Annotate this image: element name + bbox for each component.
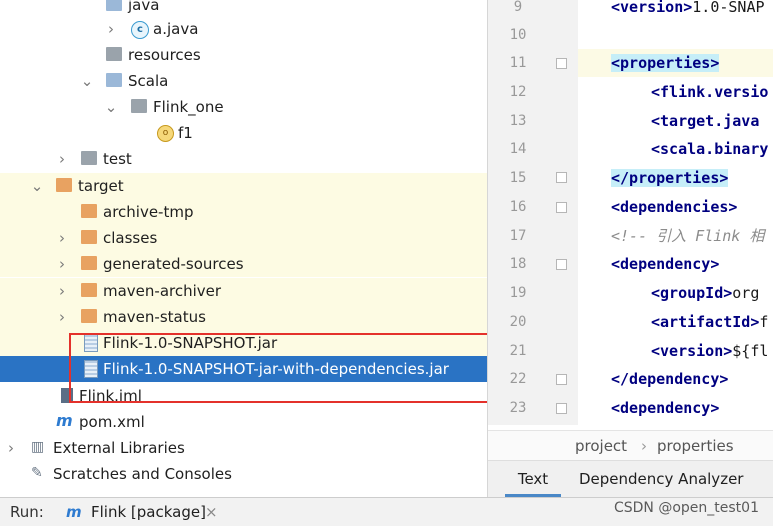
tree-item-external-libraries[interactable]: › ▥ External Libraries (0, 435, 487, 461)
folder-resources-icon (106, 47, 122, 61)
tree-item-flink-one[interactable]: ⌄ Flink_one (0, 94, 487, 120)
folder-icon (81, 256, 97, 270)
chevron-right-icon[interactable]: › (104, 16, 118, 42)
tree-item-scala[interactable]: ⌄ Scala (0, 68, 487, 94)
line-number: 16 (509, 199, 527, 215)
fold-marker-icon[interactable] (556, 172, 567, 183)
line-number: 13 (509, 113, 527, 129)
tree-item-pom-xml[interactable]: m pom.xml (0, 409, 487, 435)
tree-item-resources[interactable]: resources (0, 42, 487, 68)
scala-object-icon: o (157, 125, 174, 142)
tree-item-maven-status[interactable]: › maven-status (0, 304, 487, 330)
editor-tabs: Text Dependency Analyzer (488, 460, 773, 497)
code-line: <target.java (651, 112, 760, 130)
chevron-down-icon[interactable]: ⌄ (30, 173, 44, 199)
chevron-right-icon[interactable]: › (55, 225, 69, 251)
code-line: <properties> (578, 49, 773, 77)
line-number: 10 (509, 27, 527, 43)
tab-dependency-analyzer[interactable]: Dependency Analyzer (579, 461, 743, 497)
line-number: 17 (509, 228, 527, 244)
tree-item-test[interactable]: › test (0, 146, 487, 172)
line-number: 18 (509, 256, 527, 272)
line-number: 21 (509, 343, 527, 359)
folder-icon (81, 283, 97, 297)
line-number: 12 (509, 84, 527, 100)
chevron-down-icon[interactable]: ⌄ (104, 94, 118, 120)
scratches-icon: ✎ (31, 465, 43, 481)
line-number: 9 (513, 0, 523, 15)
code-line: <artifactId>f (651, 313, 769, 331)
folder-icon (106, 73, 122, 87)
line-number: 15 (509, 170, 527, 186)
java-class-icon: c (131, 21, 149, 39)
code-line: <dependencies> (611, 198, 738, 216)
chevron-right-icon[interactable]: › (55, 304, 69, 330)
folder-icon (56, 178, 72, 192)
folder-icon (81, 151, 97, 165)
line-number: 23 (509, 400, 527, 416)
package-icon (131, 99, 147, 113)
tree-item-f1[interactable]: o f1 (0, 120, 487, 146)
folder-icon (81, 309, 97, 323)
project-tree: ⌄ java › c a.java resources ⌄ Scala ⌄ Fl… (0, 0, 487, 497)
code-line: <groupId>org (651, 284, 760, 302)
fold-marker-icon[interactable] (556, 259, 567, 270)
run-config-tab[interactable]: Flink [package] (91, 498, 206, 526)
folder-icon (81, 230, 97, 244)
watermark: CSDN @open_test01 (613, 500, 759, 516)
code-line: <version>${fl (651, 342, 769, 360)
close-icon[interactable]: × (205, 498, 218, 526)
fold-marker-icon[interactable] (556, 58, 567, 69)
fold-marker-icon[interactable] (556, 202, 567, 213)
maven-run-icon: m (66, 503, 82, 521)
tree-item-generated-sources[interactable]: › generated-sources (0, 251, 487, 277)
chevron-right-icon[interactable]: › (55, 146, 69, 172)
tree-item-a-java[interactable]: › c a.java (0, 16, 487, 42)
chevron-down-icon[interactable]: ⌄ (80, 68, 94, 94)
highlight-annotation-box (69, 333, 487, 403)
folder-icon (81, 204, 97, 218)
code-line: </properties> (611, 169, 729, 187)
code-line: <version>1.0-SNAP (611, 0, 765, 16)
tree-item-target[interactable]: ⌄ target (0, 173, 487, 199)
line-number: 19 (509, 285, 527, 301)
breadcrumb: project › properties (488, 430, 773, 461)
chevron-right-icon[interactable]: › (55, 251, 69, 277)
tree-item-scratches-consoles[interactable]: ✎ Scratches and Consoles (0, 461, 487, 487)
code-line: <flink.versio (651, 83, 769, 101)
tab-text[interactable]: Text (505, 461, 561, 497)
code-line: <dependency> (611, 255, 720, 273)
line-number: 22 (509, 371, 527, 387)
breadcrumb-item-properties[interactable]: properties (657, 431, 734, 461)
tree-item-classes[interactable]: › classes (0, 225, 487, 251)
tree-item-maven-archiver[interactable]: › maven-archiver (0, 278, 487, 304)
fold-marker-icon[interactable] (556, 403, 567, 414)
libraries-icon: ▥ (31, 439, 45, 455)
folder-icon (106, 0, 122, 11)
code-line: </dependency> (611, 370, 729, 388)
breadcrumb-separator: › (641, 437, 647, 455)
code-line: <!-- 引入 Flink 相 (611, 227, 765, 245)
chevron-right-icon[interactable]: › (55, 278, 69, 304)
line-number: 14 (509, 141, 527, 157)
run-label: Run: (10, 503, 44, 521)
tree-item-archive-tmp[interactable]: archive-tmp (0, 199, 487, 225)
pom-editor[interactable]: 9 10 11 12 13 14 15 16 17 18 19 20 21 22… (487, 0, 773, 497)
line-number: 11 (509, 55, 527, 71)
code-line: <scala.binary (651, 140, 769, 158)
breadcrumb-item-project[interactable]: project (575, 431, 627, 461)
maven-pom-icon: m (56, 411, 73, 430)
fold-marker-icon[interactable] (556, 374, 567, 385)
chevron-right-icon[interactable]: › (4, 435, 18, 461)
code-line: <dependency> (611, 399, 720, 417)
line-number: 20 (509, 314, 527, 330)
